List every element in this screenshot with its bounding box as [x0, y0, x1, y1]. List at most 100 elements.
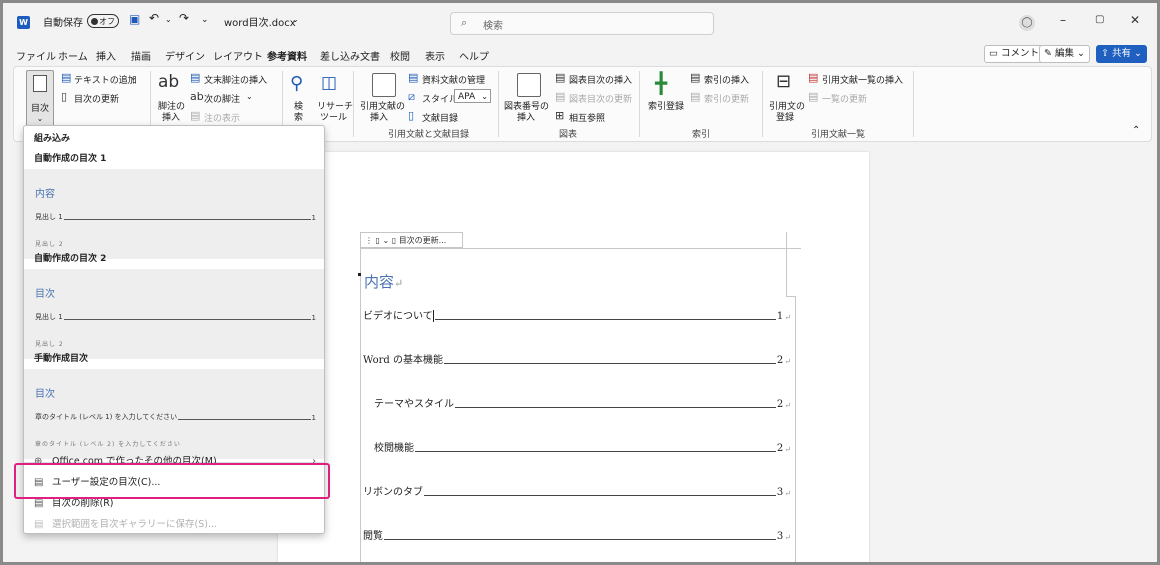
- mark-citation-line2[interactable]: 登録: [776, 110, 794, 123]
- tab-file[interactable]: ファイル: [16, 48, 56, 63]
- toc-entry[interactable]: Word の基本機能 2 ↵: [363, 352, 791, 366]
- next-footnote-button[interactable]: 次の脚注: [204, 92, 240, 105]
- manage-sources-button[interactable]: 資料文献の管理: [422, 73, 485, 86]
- update-toc-button[interactable]: 目次の更新: [74, 92, 119, 105]
- paragraph-mark: ↵: [784, 533, 791, 542]
- share-button[interactable]: ⇪ 共有 ⌄: [1096, 45, 1147, 63]
- undo-dropdown-icon[interactable]: ⌄: [165, 15, 172, 24]
- toc-chevron-down-icon: ⌄: [36, 114, 44, 123]
- update-authorities-icon: ▤: [808, 90, 819, 103]
- toc-heading: 内容↵: [364, 271, 403, 292]
- toc-update-label[interactable]: 目次の更新...: [399, 236, 447, 245]
- next-footnote-chevron-icon[interactable]: ⌄: [246, 92, 253, 101]
- update-index-button[interactable]: 索引の更新: [704, 92, 749, 105]
- authorities-group-label: 引用文献一覧: [811, 130, 866, 140]
- add-text-chevron-icon[interactable]: ⌄: [130, 73, 137, 82]
- next-footnote-icon: ab: [190, 90, 204, 103]
- add-text-button[interactable]: テキストの追加: [74, 73, 137, 86]
- manual-toc-cut: 章のタイトル (レベル 2) を入力してください: [35, 441, 181, 448]
- auto-toc-1-line: 見出し 1 1: [35, 212, 316, 222]
- toc-entry-page: 3: [776, 487, 784, 498]
- insert-caption-line2[interactable]: 挿入: [517, 110, 535, 123]
- customize-toolbar-icon[interactable]: ⌄: [201, 15, 209, 25]
- update-table-of-authorities-button[interactable]: 一覧の更新: [822, 92, 867, 105]
- insert-endnote-button[interactable]: 文末脚注の挿入: [204, 73, 267, 86]
- document-filename[interactable]: word目次.docx: [224, 14, 296, 29]
- leader-line: [455, 407, 776, 408]
- auto-toc-2-title: 目次: [35, 289, 55, 300]
- separator: [353, 71, 354, 137]
- endnote-icon: ▤: [190, 71, 201, 84]
- separator: [762, 71, 763, 137]
- gallery-item-auto-toc-2[interactable]: 目次 見出し 1 1 見出し 2: [24, 269, 324, 359]
- tab-help[interactable]: ヘルプ: [459, 48, 489, 63]
- edit-mode-button[interactable]: ✎ 編集 ⌄: [1039, 45, 1090, 63]
- toc-entry[interactable]: リボンのタブ 3 ↵: [363, 484, 791, 498]
- paragraph-mark: ↵: [784, 489, 791, 498]
- manual-toc-title: 目次: [35, 389, 55, 400]
- tab-layout[interactable]: レイアウト: [213, 48, 263, 63]
- separator: [498, 71, 499, 137]
- tab-design[interactable]: デザイン: [165, 48, 205, 63]
- save-icon[interactable]: ▣: [129, 12, 140, 26]
- search-box[interactable]: ⌕ 検索: [450, 12, 714, 35]
- paragraph-mark: ↵: [394, 277, 404, 290]
- save-selection-label: 選択範囲を目次ギャラリーに保存(S)...: [52, 519, 218, 530]
- gallery-item-auto-toc-1[interactable]: 内容 見出し 1 1 見出し 2: [24, 169, 324, 259]
- toc-entry-text: 校閲機能: [374, 443, 414, 454]
- account-avatar-icon[interactable]: ◯: [1019, 15, 1035, 31]
- redo-icon[interactable]: ↷: [179, 11, 189, 25]
- manage-sources-icon: ▤: [408, 71, 419, 84]
- close-icon[interactable]: ✕: [1130, 13, 1140, 27]
- show-notes-button[interactable]: 注の表示: [204, 111, 240, 124]
- insert-table-of-figures-button[interactable]: 図表目次の挿入: [569, 73, 632, 86]
- gallery-item-manual-toc[interactable]: 目次 章のタイトル (レベル 1) を入力してください 1 章のタイトル (レベル…: [24, 369, 324, 459]
- save-selection-to-gallery-menu-item[interactable]: ▤ 選択範囲を目次ギャラリーに保存(S)...: [24, 514, 324, 533]
- insert-index-button[interactable]: 索引の挿入: [704, 73, 749, 86]
- restore-icon[interactable]: ▢: [1095, 14, 1104, 25]
- toc-entry[interactable]: 閲覧 3 ↵: [363, 528, 791, 542]
- tab-review[interactable]: 校閲: [390, 48, 410, 63]
- insert-table-of-authorities-button[interactable]: 引用文献一覧の挿入: [822, 73, 903, 86]
- share-label: 共有: [1112, 48, 1132, 59]
- tab-view[interactable]: 表示: [425, 48, 445, 63]
- collapse-ribbon-icon[interactable]: ⌃: [1132, 125, 1140, 136]
- autosave-toggle[interactable]: オフ: [87, 14, 119, 28]
- cross-reference-button[interactable]: 相互参照: [569, 111, 605, 124]
- insert-citation-line2[interactable]: 挿入: [370, 110, 388, 123]
- bibliography-button[interactable]: 文献目録: [422, 111, 458, 124]
- undo-icon[interactable]: ↶: [149, 11, 159, 25]
- update-index-icon: ▤: [690, 90, 701, 103]
- minimize-icon[interactable]: –: [1060, 13, 1066, 27]
- tab-home[interactable]: ホーム: [58, 48, 88, 63]
- tab-mailings[interactable]: 差し込み文書: [320, 48, 380, 63]
- insert-citation-icon: [372, 73, 396, 97]
- comment-button[interactable]: ▭ コメント: [984, 45, 1045, 63]
- mark-entry-button[interactable]: 索引登録: [648, 99, 684, 112]
- add-text-icon: ▤: [61, 71, 72, 84]
- auto-toc-1-cut: 見出し 2: [35, 241, 64, 248]
- toc-content-control-bar[interactable]: ⋮ ▯ ⌄ ▯ 目次の更新...: [360, 232, 463, 248]
- style-dropdown[interactable]: APA ⌄: [454, 89, 491, 103]
- tab-references[interactable]: 参考資料: [267, 48, 307, 68]
- search-research-line2[interactable]: 索: [294, 110, 303, 123]
- toc-entry[interactable]: ビデオについて 1 ↵: [363, 308, 791, 322]
- filename-chevron-down-icon[interactable]: ⌄: [292, 15, 299, 24]
- toc-entry[interactable]: テーマやスタイル 2 ↵: [374, 396, 791, 410]
- insert-footnote-line2[interactable]: 挿入: [162, 110, 180, 123]
- manual-toc-line: 章のタイトル (レベル 1) を入力してください 1: [35, 412, 316, 422]
- paragraph-anchor: [358, 273, 361, 276]
- comment-label: コメント: [1001, 48, 1040, 59]
- tab-draw[interactable]: 描画: [131, 48, 151, 63]
- save-gallery-icon: ▤: [34, 519, 44, 530]
- show-notes-icon: ▤: [190, 109, 201, 122]
- toc-entry[interactable]: 校閲機能 2 ↵: [374, 440, 791, 454]
- search-placeholder: 検索: [483, 21, 503, 32]
- researcher-line2[interactable]: ツール: [320, 110, 347, 123]
- auto-toc-2-name: 自動作成の目次 2: [34, 254, 107, 264]
- tab-insert[interactable]: 挿入: [96, 48, 116, 63]
- word-logo-icon: W: [17, 16, 30, 29]
- toc-button[interactable]: 目次 ⌄: [26, 70, 54, 130]
- update-table-of-figures-button[interactable]: 図表目次の更新: [569, 92, 632, 105]
- title-bar: W 自動保存 オフ ▣ ↶ ⌄ ↷ ⌄ word目次.docx ⌄ ⌕ 検索 ◯…: [3, 3, 1157, 41]
